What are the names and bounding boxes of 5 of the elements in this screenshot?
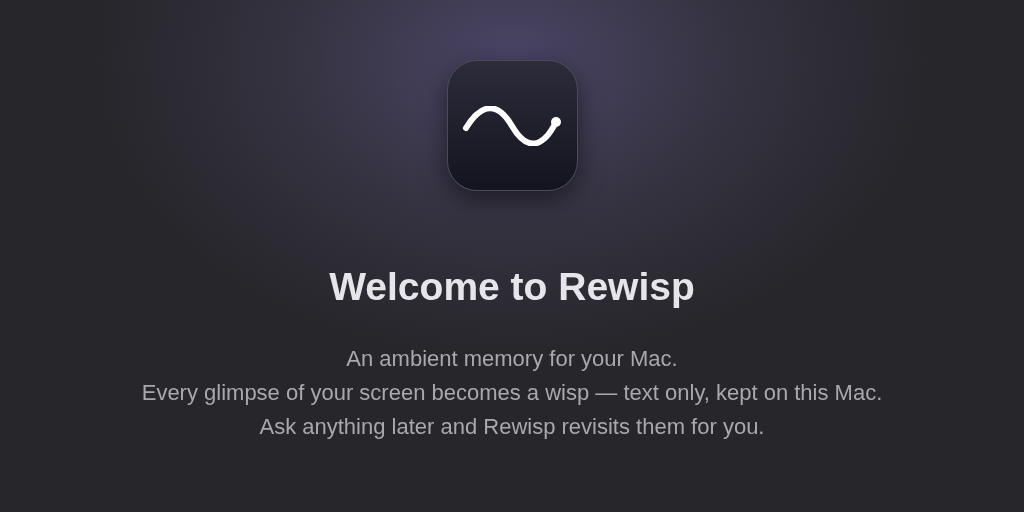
description-text: Ask anything later and Rewisp revisits them for you. xyxy=(259,412,765,441)
wave-icon xyxy=(460,105,564,146)
description-text: An ambient memory for your Mac. xyxy=(346,344,678,373)
welcome-title: Welcome to Rewisp xyxy=(329,264,695,310)
description-text: Every glimpse of your screen becomes a wisp — text only, kept on this Mac. xyxy=(141,378,883,407)
